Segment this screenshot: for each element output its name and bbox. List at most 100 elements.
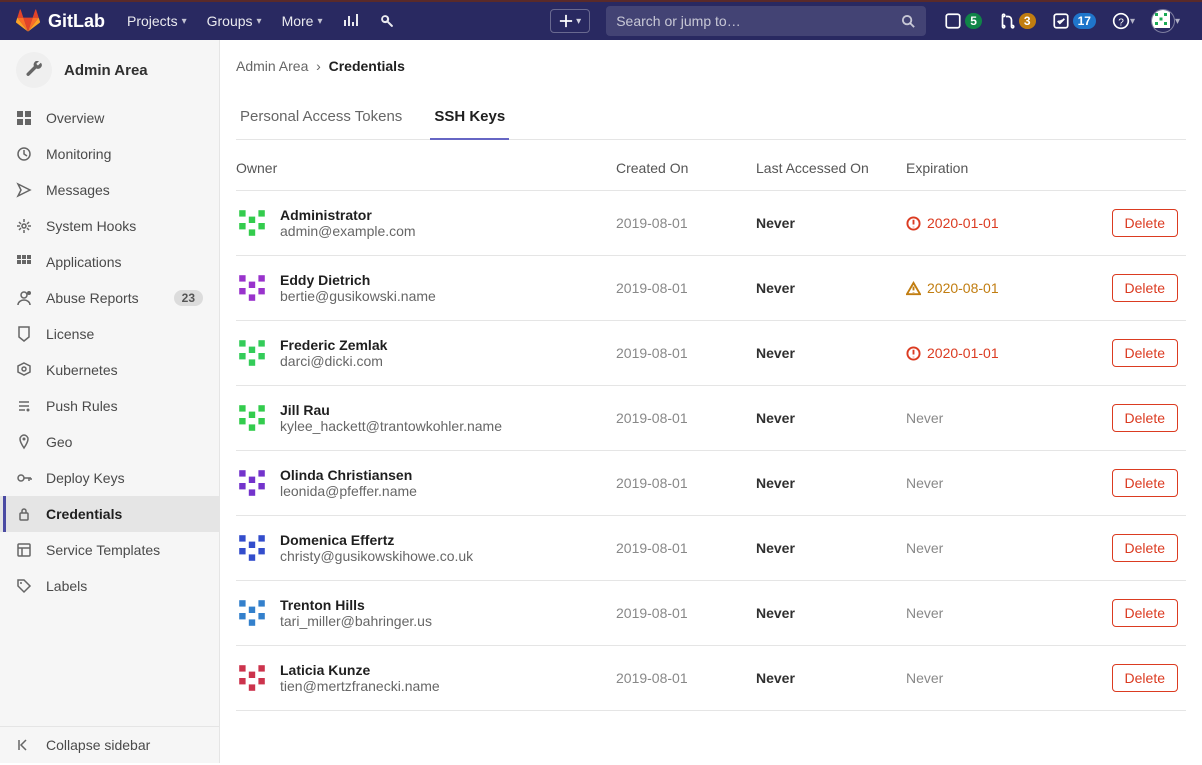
header-nav: Projects▾ Groups▾ More▾ — [117, 1, 405, 41]
avatar[interactable] — [236, 402, 268, 434]
avatar[interactable] — [236, 337, 268, 369]
avatar[interactable] — [236, 662, 268, 694]
sidebar-item-labels[interactable]: Labels — [0, 568, 219, 604]
delete-button[interactable]: Delete — [1112, 339, 1178, 367]
header-help[interactable]: ? ▾ — [1106, 1, 1141, 41]
search-input[interactable] — [616, 13, 901, 29]
breadcrumb-current: Credentials — [329, 58, 405, 74]
sidebar-item-label: Messages — [46, 182, 110, 198]
sidebar-item-credentials[interactable]: Credentials — [0, 496, 219, 532]
sidebar-item-messages[interactable]: Messages — [0, 172, 219, 208]
table-row: Eddy Dietrich bertie@gusikowski.name 201… — [236, 256, 1186, 321]
col-created: Created On — [616, 160, 756, 176]
created-on: 2019-08-01 — [616, 410, 756, 426]
avatar[interactable] — [236, 272, 268, 304]
sidebar-context[interactable]: Admin Area — [0, 40, 219, 100]
created-on: 2019-08-01 — [616, 670, 756, 686]
header-search[interactable] — [606, 6, 926, 36]
sidebar-item-abuse-reports[interactable]: Abuse Reports 23 — [0, 280, 219, 316]
last-accessed: Never — [756, 540, 906, 556]
owner-cell: Laticia Kunze tien@mertzfranecki.name — [236, 662, 616, 694]
sidebar-item-kubernetes[interactable]: Kubernetes — [0, 352, 219, 388]
expiration-expired: 2020-01-01 — [906, 215, 1096, 231]
owner-name[interactable]: Olinda Christiansen — [280, 467, 417, 483]
sidebar-item-label: License — [46, 326, 94, 342]
gitlab-logo[interactable]: GitLab — [16, 9, 105, 33]
header-user-menu[interactable]: ▾ — [1145, 1, 1186, 41]
tab-ssh-keys[interactable]: SSH Keys — [430, 98, 509, 139]
owner-email: tari_miller@bahringer.us — [280, 613, 432, 629]
sidebar-item-service-templates[interactable]: Service Templates — [0, 532, 219, 568]
owner-name[interactable]: Domenica Effertz — [280, 532, 473, 548]
delete-button[interactable]: Delete — [1112, 599, 1178, 627]
chevron-down-icon: ▾ — [576, 16, 581, 27]
table-row: Olinda Christiansen leonida@pfeffer.name… — [236, 451, 1186, 516]
nav-groups[interactable]: Groups▾ — [197, 1, 272, 41]
owner-name[interactable]: Jill Rau — [280, 402, 502, 418]
sidebar-item-system-hooks[interactable]: System Hooks — [0, 208, 219, 244]
collapse-sidebar[interactable]: Collapse sidebar — [0, 727, 219, 763]
breadcrumb-root[interactable]: Admin Area — [236, 58, 308, 74]
avatar[interactable] — [236, 207, 268, 239]
owner-name[interactable]: Administrator — [280, 207, 416, 223]
sidebar-item-label: Credentials — [46, 506, 122, 522]
geo-icon — [16, 434, 32, 450]
nav-admin-wrench-icon[interactable] — [369, 1, 405, 41]
sidebar-item-label: Applications — [46, 254, 122, 270]
sidebar-item-push-rules[interactable]: Push Rules — [0, 388, 219, 424]
table-row: Trenton Hills tari_miller@bahringer.us 2… — [236, 581, 1186, 646]
header-merge-requests[interactable]: 3 — [992, 1, 1042, 41]
owner-name[interactable]: Trenton Hills — [280, 597, 432, 613]
sidebar-item-overview[interactable]: Overview — [0, 100, 219, 136]
todos-count-badge: 17 — [1073, 13, 1096, 29]
nav-more[interactable]: More▾ — [272, 1, 333, 41]
sidebar-item-monitoring[interactable]: Monitoring — [0, 136, 219, 172]
new-dropdown[interactable]: ▾ — [550, 9, 590, 33]
delete-button[interactable]: Delete — [1112, 664, 1178, 692]
sidebar-context-label: Admin Area — [64, 62, 148, 79]
table-row: Laticia Kunze tien@mertzfranecki.name 20… — [236, 646, 1186, 711]
sidebar-item-label: Kubernetes — [46, 362, 118, 378]
sidebar-item-geo[interactable]: Geo — [0, 424, 219, 460]
push-rules-icon — [16, 398, 32, 414]
avatar[interactable] — [236, 597, 268, 629]
collapse-label: Collapse sidebar — [46, 737, 150, 753]
nav-projects[interactable]: Projects▾ — [117, 1, 197, 41]
sidebar-item-label: Monitoring — [46, 146, 111, 162]
delete-button[interactable]: Delete — [1112, 274, 1178, 302]
deploy-keys-icon — [16, 470, 32, 486]
sidebar-item-applications[interactable]: Applications — [0, 244, 219, 280]
table-row: Domenica Effertz christy@gusikowskihowe.… — [236, 516, 1186, 581]
owner-name[interactable]: Laticia Kunze — [280, 662, 440, 678]
merge-request-icon — [998, 12, 1016, 30]
owner-email: darci@dicki.com — [280, 353, 387, 369]
license-icon — [16, 326, 32, 342]
delete-button[interactable]: Delete — [1112, 469, 1178, 497]
avatar[interactable] — [236, 467, 268, 499]
kubernetes-icon — [16, 362, 32, 378]
main-content: Admin Area › Credentials Personal Access… — [220, 40, 1202, 763]
delete-button[interactable]: Delete — [1112, 404, 1178, 432]
sidebar-item-label: Labels — [46, 578, 87, 594]
sidebar-item-license[interactable]: License — [0, 316, 219, 352]
created-on: 2019-08-01 — [616, 475, 756, 491]
owner-cell: Trenton Hills tari_miller@bahringer.us — [236, 597, 616, 629]
expiration-value: Never — [906, 410, 1096, 426]
nav-groups-label: Groups — [207, 13, 253, 29]
header-todos[interactable]: 17 — [1046, 1, 1102, 41]
tab-personal-access-tokens[interactable]: Personal Access Tokens — [236, 98, 406, 139]
last-accessed: Never — [756, 670, 906, 686]
error-icon — [906, 346, 921, 361]
delete-button[interactable]: Delete — [1112, 209, 1178, 237]
nav-activity-icon[interactable] — [333, 1, 369, 41]
sidebar-badge: 23 — [174, 290, 203, 306]
owner-name[interactable]: Frederic Zemlak — [280, 337, 387, 353]
delete-button[interactable]: Delete — [1112, 534, 1178, 562]
sidebar-item-deploy-keys[interactable]: Deploy Keys — [0, 460, 219, 496]
avatar[interactable] — [236, 532, 268, 564]
header-issues[interactable]: 5 — [938, 1, 988, 41]
admin-sidebar: Admin Area Overview Monitoring Messages … — [0, 40, 220, 763]
credentials-tabs: Personal Access Tokens SSH Keys — [236, 98, 1186, 140]
owner-name[interactable]: Eddy Dietrich — [280, 272, 436, 288]
table-row: Frederic Zemlak darci@dicki.com 2019-08-… — [236, 321, 1186, 386]
